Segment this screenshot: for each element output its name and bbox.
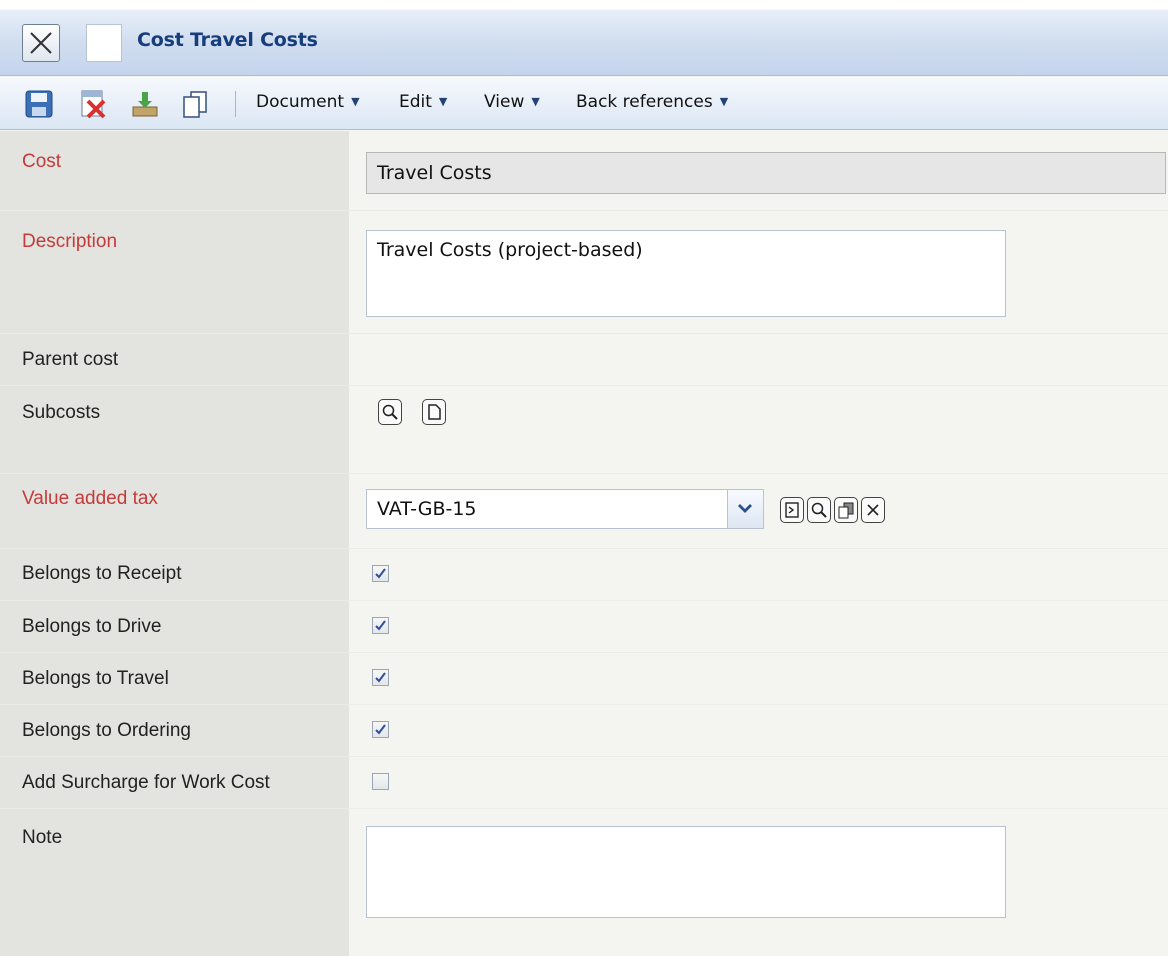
row-divider [0,473,1168,474]
checkmark-icon [375,724,386,735]
clear-icon [867,504,879,516]
download-icon[interactable] [130,89,160,119]
belongs-to-travel-label: Belongs to Travel [22,668,169,689]
copy-icon[interactable] [180,89,210,119]
vat-open-button[interactable] [780,497,804,523]
parent-cost-label: Parent cost [22,349,119,370]
belongs-to-receipt-checkbox[interactable] [372,565,389,582]
add-surcharge-checkbox[interactable] [372,773,389,790]
note-textarea[interactable] [366,826,1006,918]
description-textarea[interactable]: Travel Costs (project-based) [366,230,1006,317]
vat-select[interactable]: VAT-GB-15 [366,489,764,529]
toolbar-separator [235,91,236,117]
new-document-icon [428,404,441,420]
title-bar: Cost Travel Costs [0,0,1168,76]
row-divider [0,756,1168,757]
chevron-down-icon: ▼ [531,95,540,108]
vat-clear-button[interactable] [861,497,885,523]
row-divider [0,808,1168,809]
menu-back-references-label: Back references [576,92,713,112]
row-divider [0,704,1168,705]
document-icon-box [86,24,122,62]
vat-copy-button[interactable] [834,497,858,523]
belongs-to-receipt-label: Belongs to Receipt [22,563,182,584]
row-divider [0,210,1168,211]
toolbar: Document ▼ Edit ▼ View ▼ Back references ▼ [0,77,1168,130]
vat-search-button[interactable] [807,497,831,523]
menu-edit[interactable]: Edit ▼ [399,92,447,112]
belongs-to-travel-checkbox[interactable] [372,669,389,686]
search-icon [811,502,827,518]
save-icon[interactable] [24,89,54,119]
menu-edit-label: Edit [399,92,432,112]
description-label: Description [22,231,118,252]
subcosts-search-button[interactable] [378,399,402,425]
subcosts-new-button[interactable] [422,399,446,425]
vat-dropdown-button[interactable] [727,490,763,528]
belongs-to-ordering-label: Belongs to Ordering [22,720,191,741]
chevron-down-icon: ▼ [719,95,729,108]
checkmark-icon [375,568,386,579]
window-title: Cost Travel Costs [137,29,318,51]
belongs-to-ordering-checkbox[interactable] [372,721,389,738]
close-button[interactable] [22,24,60,62]
row-divider [0,385,1168,386]
belongs-to-drive-checkbox[interactable] [372,617,389,634]
cost-label: Cost [22,151,62,172]
menu-view-label: View [484,92,525,112]
row-divider [0,548,1168,549]
chevron-down-icon: ▼ [351,95,360,108]
belongs-to-drive-label: Belongs to Drive [22,616,162,637]
row-divider [0,600,1168,601]
menu-view[interactable]: View ▼ [484,92,540,112]
copy-icon [838,502,854,519]
row-divider [0,333,1168,334]
open-icon [785,502,799,518]
chevron-down-icon [738,504,752,513]
menu-back-references[interactable]: Back references ▼ [576,92,728,112]
chevron-down-icon: ▼ [438,95,448,108]
vat-label: Value added tax [22,488,158,509]
delete-icon[interactable] [78,89,108,119]
menu-document[interactable]: Document ▼ [256,92,360,112]
note-label: Note [22,827,63,848]
add-surcharge-label: Add Surcharge for Work Cost [22,772,270,793]
cost-field[interactable]: Travel Costs [366,152,1166,194]
row-divider [0,652,1168,653]
menu-document-label: Document [256,92,345,112]
close-icon [30,32,52,54]
checkmark-icon [375,620,386,631]
subcosts-label: Subcosts [22,402,101,423]
checkmark-icon [375,672,386,683]
search-icon [382,404,398,420]
